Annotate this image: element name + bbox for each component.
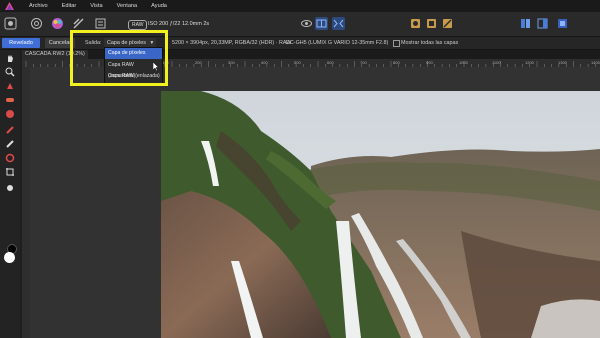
zoom-icon[interactable] xyxy=(5,67,15,77)
liquify-persona-icon[interactable] xyxy=(30,17,43,30)
blemish-icon[interactable] xyxy=(5,183,15,193)
ruler-label: 600 xyxy=(327,60,334,65)
camera-info: DC-GH5 (LUMIX G VARIO 12-35mm F2.8) xyxy=(286,40,389,46)
ruler-label: 1100 xyxy=(492,60,501,65)
waterfall-photo[interactable] xyxy=(161,91,600,338)
image-info: 5200 × 3904px, 20,33MP, RGBA/32 (HDR) · … xyxy=(172,40,292,46)
studio-icon[interactable] xyxy=(536,17,549,30)
assistant-icon[interactable] xyxy=(556,17,569,30)
menu-vista[interactable]: Vista xyxy=(83,0,109,12)
tone-mapping-persona-icon[interactable] xyxy=(72,17,85,30)
menu-archivo[interactable]: Archivo xyxy=(22,0,55,12)
menu-editar[interactable]: Editar xyxy=(55,0,84,12)
annotation-highlight xyxy=(70,30,168,86)
overlay-icon[interactable] xyxy=(425,17,438,30)
brush-icon[interactable] xyxy=(5,125,15,135)
clipping-icon[interactable] xyxy=(441,17,454,30)
ruler-label: 400 xyxy=(261,60,268,65)
raw-badge: RAW xyxy=(128,20,148,30)
overlay-paint-icon[interactable] xyxy=(5,109,15,119)
menu-ventana[interactable]: Ventana xyxy=(110,0,145,12)
photo-persona-icon[interactable] xyxy=(4,17,17,30)
view-icon[interactable] xyxy=(300,17,313,30)
white-balance-icon[interactable] xyxy=(5,81,15,91)
crop-icon[interactable] xyxy=(5,167,15,177)
panels-icon[interactable] xyxy=(519,17,532,30)
show-all-layers-label: Mostrar todas las capas xyxy=(401,40,459,46)
ruler-label: 800 xyxy=(393,60,400,65)
waterfall-image xyxy=(161,91,600,338)
eraser-icon[interactable] xyxy=(5,139,15,149)
develop-persona-icon[interactable] xyxy=(51,17,64,30)
vertical-ruler xyxy=(22,67,30,338)
ruler-label: 500 xyxy=(294,60,301,65)
menu-ayuda[interactable]: Ayuda xyxy=(144,0,174,12)
hand-icon[interactable] xyxy=(5,53,15,63)
ruler-label: 1000 xyxy=(459,60,469,65)
develop-button[interactable]: Revelado xyxy=(2,38,40,48)
ruler-label: 1200 xyxy=(525,60,535,65)
app-logo-icon xyxy=(5,2,14,10)
show-all-layers-checkbox[interactable] xyxy=(393,40,400,47)
mirror-view-icon[interactable] xyxy=(332,17,345,30)
export-persona-icon[interactable] xyxy=(94,17,107,30)
red-eye-icon[interactable] xyxy=(5,95,15,105)
ruler-label: 700 xyxy=(360,60,367,65)
ruler-label: 900 xyxy=(426,60,433,65)
ruler-label: 1400 xyxy=(591,60,600,65)
tools-panel xyxy=(0,50,20,338)
exif-info: ISO 200 ƒ/22 12.0mm 2s xyxy=(148,21,210,27)
split-view-icon[interactable] xyxy=(315,17,328,30)
gradient-icon[interactable] xyxy=(5,153,15,163)
menu-bar: Archivo Editar Vista Ventana Ayuda xyxy=(0,0,600,12)
ruler-label: 200 xyxy=(195,60,202,65)
ruler-label: 300 xyxy=(228,60,235,65)
ruler-label: 1300 xyxy=(558,60,568,65)
mask-icon[interactable] xyxy=(409,17,422,30)
primary-color-swatch[interactable] xyxy=(4,252,15,263)
